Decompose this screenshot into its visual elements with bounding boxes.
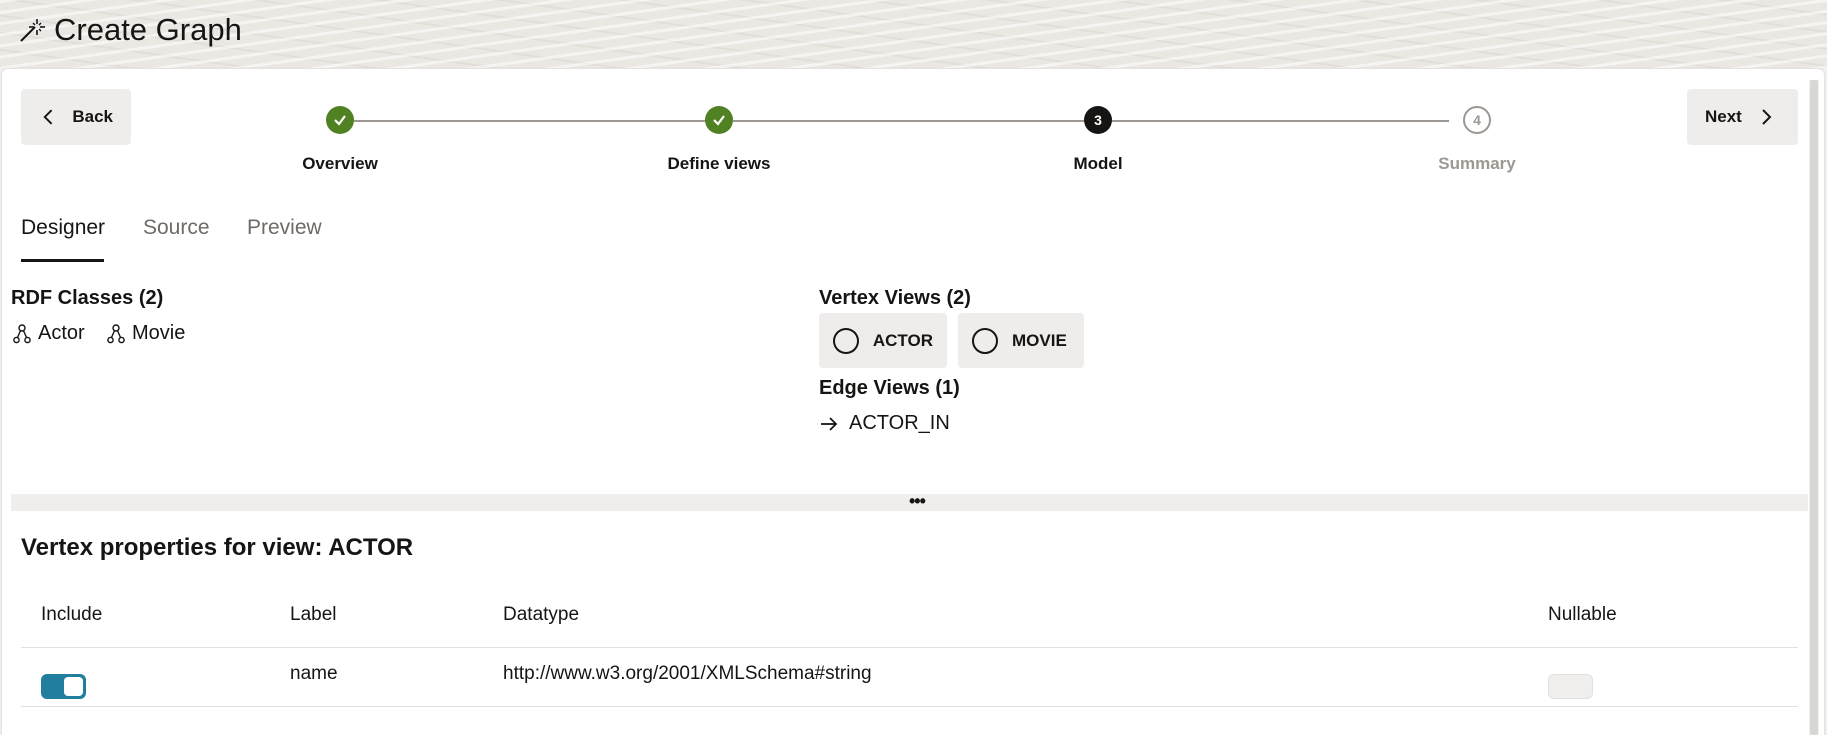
step-overview-done[interactable] [326,106,354,134]
next-button-label: Next [1705,107,1742,126]
edge-views-heading: Edge Views (1) [819,377,960,399]
vertex-view-label: MOVIE [1012,330,1067,350]
check-icon [334,115,346,126]
tab-source[interactable]: Source [143,216,210,240]
scrollbar-thumb[interactable] [1810,80,1818,735]
property-label-cell: name [290,663,338,684]
rdf-class-movie[interactable]: Movie [107,322,185,345]
step-model-current[interactable]: 3 [1084,106,1112,134]
page-title: Create Graph [54,12,242,47]
back-button-label: Back [72,107,113,126]
step-label-overview: Overview [302,154,378,173]
table-row-divider [21,706,1798,707]
vertex-circle-icon [972,327,998,354]
chevron-right-icon [1762,109,1772,125]
rdf-classes-heading: RDF Classes (2) [11,287,164,309]
step-label-model: Model [1073,154,1123,173]
vertex-view-actor[interactable]: ACTOR [819,313,947,368]
edge-view-actor-in[interactable]: ACTOR_IN [819,412,950,435]
magic-wand-icon [20,19,45,42]
splitter-handle-dots[interactable]: ••• [909,492,926,510]
panel-splitter[interactable]: ••• [11,492,1808,511]
vertex-properties-heading: Vertex properties for view: ACTOR [21,534,414,561]
chevron-left-icon [43,109,53,125]
active-tab-indicator [21,259,104,262]
step-connector [733,120,1084,122]
include-toggle[interactable] [41,674,86,699]
vertex-view-movie[interactable]: MOVIE [958,313,1084,368]
nullable-toggle[interactable] [1548,674,1593,699]
vertical-scrollbar[interactable] [1809,80,1819,735]
column-header-datatype: Datatype [503,604,580,625]
tab-designer[interactable]: Designer [21,216,105,240]
property-datatype-cell: http://www.w3.org/2001/XMLSchema#string [503,663,872,684]
next-button[interactable]: Next [1687,89,1798,145]
edge-view-label: ACTOR_IN [849,412,950,434]
vertex-view-label: ACTOR [872,330,933,350]
step-connector [1112,120,1449,122]
arrow-right-icon [821,416,838,431]
header-title-wrap: Create Graph [18,12,242,48]
vertex-views-heading: Vertex Views (2) [819,287,971,309]
column-header-nullable: Nullable [1548,604,1617,625]
hierarchy-icon [107,323,125,343]
tab-preview[interactable]: Preview [247,216,322,240]
rdf-class-label: Actor [38,322,85,344]
hierarchy-icon [13,323,31,343]
step-label-summary: Summary [1438,154,1516,173]
step-connector [354,120,706,122]
rdf-class-actor[interactable]: Actor [13,322,85,345]
toggle-knob [64,677,83,696]
column-header-label: Label [290,604,337,625]
step-define-views-done[interactable] [705,106,733,134]
table-header-divider [21,647,1798,648]
step-label-define-views: Define views [667,154,771,173]
page-header: Create Graph [0,0,1827,68]
step-summary-future[interactable]: 4 [1463,106,1491,134]
back-button[interactable]: Back [21,89,131,145]
rdf-class-label: Movie [132,322,186,344]
column-header-include: Include [41,604,103,625]
check-icon [713,115,725,126]
vertex-circle-icon [833,327,859,354]
